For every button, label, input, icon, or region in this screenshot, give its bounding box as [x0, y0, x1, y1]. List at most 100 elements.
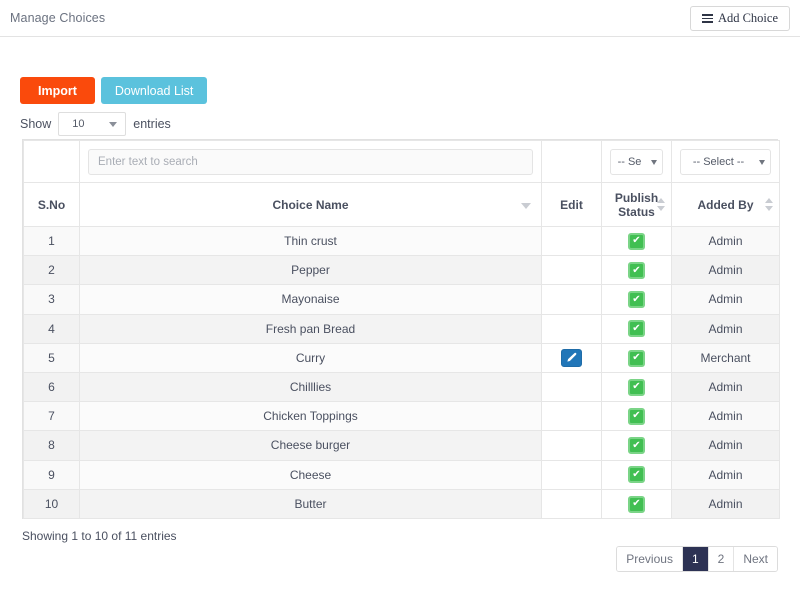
- column-header-added-by-label: Added By: [697, 197, 754, 212]
- table-row: 9 Cheese ✔ Admin: [23, 459, 780, 490]
- publish-status-checkbox[interactable]: ✔: [628, 291, 645, 309]
- hamburger-icon: [701, 14, 713, 23]
- cell-added-by: Admin: [671, 488, 780, 519]
- cell-choice-name: Mayonaise: [79, 284, 542, 315]
- filter-cell-publish-status: -- Se: [601, 140, 672, 183]
- cell-choice-name: Butter: [79, 488, 542, 519]
- table-row: 6 Chilllies ✔ Admin: [23, 371, 780, 403]
- import-button[interactable]: Import: [20, 77, 95, 104]
- filter-cell-added-by: -- Select --: [671, 140, 780, 183]
- add-choice-button-label: Add Choice: [717, 11, 778, 25]
- publish-status-checkbox[interactable]: ✔: [628, 378, 645, 396]
- column-header-edit[interactable]: Edit: [541, 182, 602, 227]
- filter-cell-choice-name: [79, 140, 542, 183]
- pagination: Previous 1 2 Next: [616, 546, 778, 572]
- cell-sno: 7: [23, 401, 80, 432]
- cell-sno: 9: [23, 459, 80, 490]
- table-row: 3 Mayonaise ✔ Admin: [23, 284, 780, 315]
- cell-edit: [541, 313, 602, 344]
- cell-sno: 4: [23, 313, 80, 344]
- search-input[interactable]: [88, 148, 533, 175]
- cell-added-by: Admin: [671, 371, 780, 403]
- publish-status-checkbox[interactable]: ✔: [628, 320, 645, 338]
- entries-per-page-select[interactable]: 10: [58, 112, 127, 136]
- publish-status-checkbox[interactable]: ✔: [628, 349, 645, 367]
- cell-sno: 6: [23, 371, 80, 403]
- added-by-filter-value: -- Select --: [692, 155, 745, 168]
- cell-choice-name: Cheese burger: [79, 430, 542, 461]
- cell-edit: [541, 430, 602, 461]
- pagination-item-previous[interactable]: Previous: [617, 547, 683, 571]
- added-by-filter-select[interactable]: -- Select --: [680, 148, 771, 175]
- column-header-publish-status[interactable]: Publish Status: [601, 182, 672, 227]
- cell-publish-status: ✔: [601, 459, 672, 490]
- pagination-item-1[interactable]: 1: [682, 547, 709, 571]
- publish-status-checkbox[interactable]: ✔: [628, 262, 645, 280]
- filter-cell-edit: [541, 140, 602, 183]
- table-row: 5 Curry ✔ Merchant: [23, 342, 780, 373]
- chevron-down-icon: [759, 159, 765, 165]
- cell-added-by: Admin: [671, 313, 780, 344]
- cell-edit: [541, 401, 602, 432]
- cell-publish-status: ✔: [601, 430, 672, 461]
- column-header-sno-label: S.No: [37, 197, 66, 212]
- publish-status-checkbox[interactable]: ✔: [628, 407, 645, 425]
- sort-both-icon: [657, 197, 665, 211]
- table-row: 8 Cheese burger ✔ Admin: [23, 430, 780, 461]
- cell-publish-status: ✔: [601, 225, 672, 257]
- cell-edit: [541, 284, 602, 315]
- table-head: -- Se -- Select -- S.No: [23, 140, 780, 227]
- page-header: Manage Choices Add Choice: [0, 0, 800, 37]
- column-header-choice-name[interactable]: Choice Name: [79, 182, 542, 227]
- cell-added-by: Admin: [671, 459, 780, 490]
- pagination-item-next[interactable]: Next: [734, 547, 777, 571]
- cell-added-by: Admin: [671, 255, 780, 286]
- table-row: 10 Butter ✔ Admin: [23, 488, 780, 519]
- filter-cell-sno: [23, 140, 80, 183]
- publish-status-filter-select[interactable]: -- Se: [610, 148, 663, 175]
- edit-row-button[interactable]: [561, 348, 582, 367]
- table-row: 4 Fresh pan Bread ✔ Admin: [23, 313, 780, 344]
- cell-added-by: Admin: [671, 401, 780, 432]
- add-choice-button[interactable]: Add Choice: [689, 6, 790, 31]
- sort-both-icon: [765, 197, 773, 211]
- cell-publish-status: ✔: [601, 313, 672, 344]
- publish-status-checkbox[interactable]: ✔: [628, 495, 645, 513]
- pagination-item-2[interactable]: 2: [708, 547, 735, 571]
- chevron-down-icon: [651, 159, 657, 165]
- table-body: 1 Thin crust ✔ Admin 2 Pepper ✔ Admin 3 Mayonaise…: [23, 225, 780, 519]
- publish-status-checkbox[interactable]: ✔: [628, 437, 645, 455]
- table-filter-row: -- Se -- Select --: [23, 140, 780, 183]
- cell-publish-status: ✔: [601, 371, 672, 403]
- column-header-publish-status-label-2: Status: [618, 204, 655, 219]
- cell-publish-status: ✔: [601, 255, 672, 286]
- cell-choice-name: Chicken Toppings: [79, 401, 542, 432]
- cell-edit: [541, 459, 602, 490]
- publish-status-checkbox[interactable]: ✔: [628, 466, 645, 484]
- cell-sno: 3: [23, 284, 80, 315]
- cell-edit: [541, 225, 602, 257]
- chevron-down-icon: [109, 122, 118, 127]
- cell-edit: [541, 371, 602, 403]
- publish-status-checkbox[interactable]: ✔: [628, 232, 645, 250]
- cell-added-by: Admin: [671, 225, 780, 257]
- cell-publish-status: ✔: [601, 342, 672, 373]
- sort-descending-icon: [521, 202, 531, 209]
- cell-sno: 8: [23, 430, 80, 461]
- cell-choice-name: Pepper: [79, 255, 542, 286]
- column-header-sno[interactable]: S.No: [23, 182, 80, 227]
- column-header-choice-name-label: Choice Name: [272, 197, 349, 212]
- table-row: 1 Thin crust ✔ Admin: [23, 225, 780, 257]
- column-header-publish-status-label-1: Publish: [614, 190, 659, 205]
- column-header-added-by[interactable]: Added By: [671, 182, 780, 227]
- cell-edit: [541, 342, 602, 373]
- cell-choice-name: Thin crust: [79, 225, 542, 257]
- cell-sno: 2: [23, 255, 80, 286]
- table-header-row: S.No Choice Name Edit Publish Status Add…: [23, 182, 780, 227]
- table-action-buttons: Import Download List: [20, 77, 208, 104]
- table-row: 2 Pepper ✔ Admin: [23, 255, 780, 286]
- download-list-button[interactable]: Download List: [100, 77, 208, 104]
- publish-status-filter-value: -- Se: [617, 155, 642, 168]
- cell-choice-name: Chilllies: [79, 371, 542, 403]
- choices-table: -- Se -- Select -- S.No: [23, 140, 780, 519]
